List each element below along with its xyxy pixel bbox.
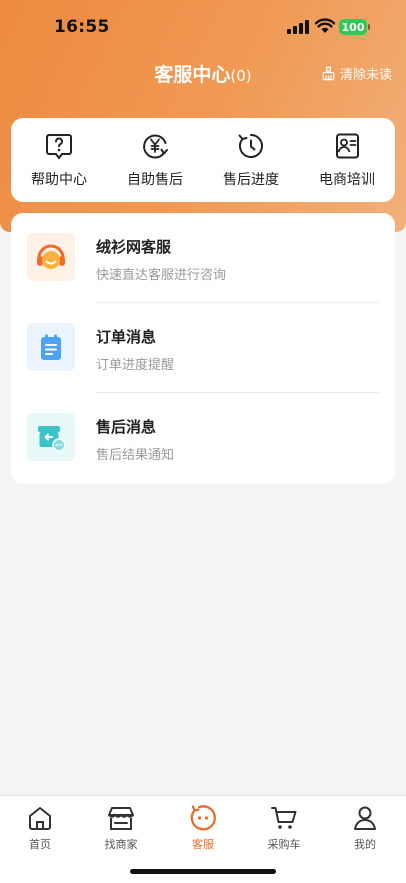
page-title-text: 客服中心 [154, 64, 231, 86]
message-subtitle: 快速直达客服进行咨询 [96, 268, 227, 283]
message-title: 售后消息 [96, 418, 157, 436]
quick-action-ecommerce-training[interactable]: 电商培训 [302, 131, 392, 189]
message-list-card: 绒衫网客服 快速直达客服进行咨询 订单消息 订单进度提醒 售后消息 售后结果通知 [11, 213, 395, 484]
home-icon [29, 807, 51, 830]
battery-icon: 100 [339, 19, 367, 35]
message-icon-box [27, 323, 75, 371]
quick-action-label: 帮助中心 [31, 172, 87, 188]
tab-label: 采购车 [267, 838, 301, 851]
tab-label: 找商家 [104, 838, 138, 851]
yen-refund-icon [143, 134, 168, 159]
quick-action-label: 售后进度 [223, 172, 279, 188]
headset-service-icon [37, 244, 65, 269]
training-id-icon [336, 133, 359, 159]
message-subtitle: 订单进度提醒 [96, 358, 175, 373]
clock-progress-icon [238, 134, 263, 158]
tab-customer-service[interactable]: 客服 [173, 804, 233, 852]
message-item-after-sale[interactable]: 售后消息 售后结果通知 [11, 393, 395, 483]
unread-count: (0) [230, 67, 252, 85]
message-item-order[interactable]: 订单消息 订单进度提醒 [11, 303, 395, 393]
message-subtitle: 售后结果通知 [96, 448, 175, 463]
quick-action-after-sale-progress[interactable]: 售后进度 [206, 131, 296, 189]
home-indicator [130, 869, 276, 874]
status-time: 16:55 [54, 17, 110, 37]
tab-purchase-cart[interactable]: 采购车 [254, 804, 314, 852]
tab-home[interactable]: 首页 [10, 804, 70, 852]
message-icon-box [27, 233, 75, 281]
message-title: 绒衫网客服 [96, 238, 172, 256]
message-title: 订单消息 [96, 328, 157, 346]
clear-unread-button[interactable]: 清除未读 [321, 64, 392, 83]
tab-label: 客服 [192, 838, 214, 851]
broom-clear-icon [322, 66, 335, 81]
shop-icon [108, 807, 134, 830]
status-bar: 16:55 100 [0, 0, 406, 54]
cart-icon [271, 807, 297, 829]
cellular-signal-icon [287, 20, 309, 34]
quick-action-help-center[interactable]: 帮助中心 [14, 131, 104, 189]
quick-action-label: 自助售后 [127, 172, 183, 188]
refund-box-icon [38, 426, 66, 452]
tab-mine[interactable]: 我的 [335, 804, 395, 852]
battery-tip [368, 24, 370, 30]
quick-actions-card: 帮助中心 自助售后 售后进度 电商培训 [11, 118, 395, 202]
wifi-icon [315, 18, 335, 33]
battery-level: 100 [341, 20, 365, 34]
message-icon-box [27, 413, 75, 461]
quick-action-self-service[interactable]: 自助售后 [110, 131, 200, 189]
service-face-icon [190, 805, 216, 831]
quick-action-label: 电商培训 [319, 172, 375, 188]
message-item-customer-service[interactable]: 绒衫网客服 快速直达客服进行咨询 [11, 213, 395, 303]
help-question-icon [46, 134, 72, 160]
user-icon [354, 806, 376, 830]
tab-label: 我的 [354, 838, 376, 851]
tab-label: 首页 [29, 838, 51, 851]
clear-unread-label: 清除未读 [339, 68, 392, 83]
clipboard-order-icon [41, 334, 61, 360]
tab-find-merchant[interactable]: 找商家 [91, 804, 151, 852]
